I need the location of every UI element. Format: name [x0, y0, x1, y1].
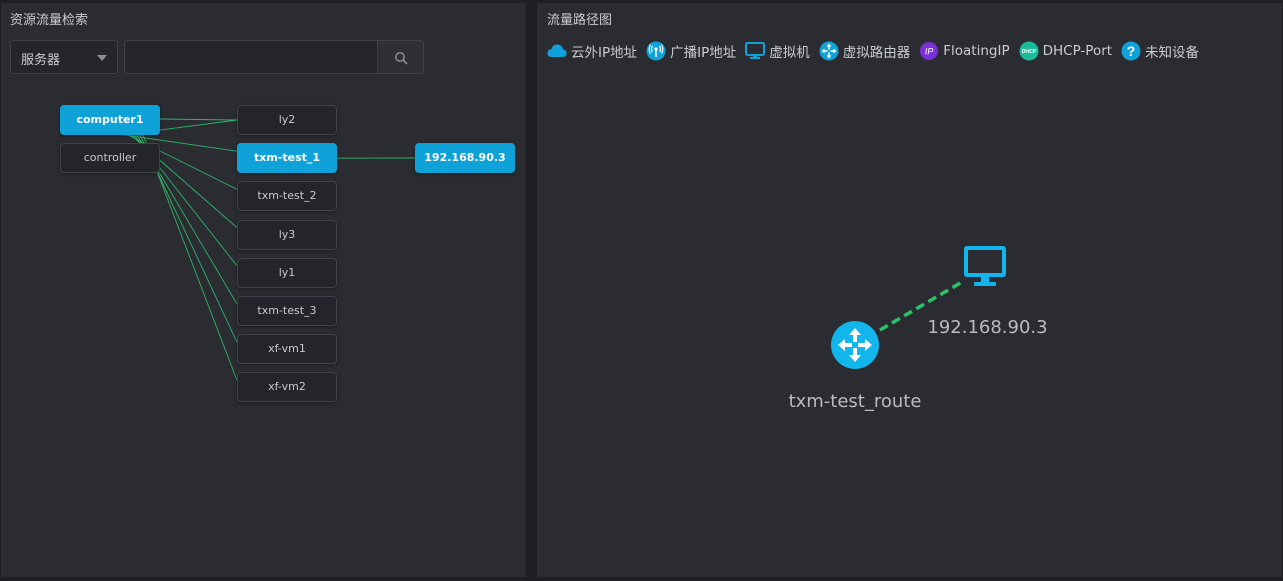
vm-node[interactable]: txm-test_3 — [237, 296, 337, 326]
vm-node[interactable]: ly3 — [237, 220, 337, 250]
vm-node[interactable]: xf-vm2 — [237, 372, 337, 402]
vm-node[interactable]: ly1 — [237, 258, 337, 288]
traffic-path-panel: 流量路径图 云外IP地址 广播IP地址 虚拟机 虚拟路由器 IP FloatingIP DH… — [537, 3, 1282, 577]
monitor-icon — [964, 246, 1006, 286]
router-node[interactable] — [830, 320, 880, 374]
router-icon — [831, 321, 879, 369]
resource-traffic-search-panel: 资源流量检索 服务器 computer1 controller ly2 txm-tes… — [1, 3, 526, 577]
vm-node[interactable]: ly2 — [237, 105, 337, 135]
host-node[interactable]: computer1 — [60, 105, 160, 135]
vm-node[interactable]: xf-vm1 — [237, 334, 337, 364]
vm-node[interactable] — [962, 243, 1008, 293]
vm-node[interactable]: txm-test_1 — [237, 143, 337, 173]
ip-node[interactable]: 192.168.90.3 — [415, 143, 515, 173]
topology-links — [879, 280, 963, 332]
host-node[interactable]: controller — [60, 143, 160, 173]
vm-node[interactable]: txm-test_2 — [237, 181, 337, 211]
vm-node-label: 192.168.90.3 — [927, 317, 1048, 338]
host-vm-link — [159, 118, 238, 121]
router-node-label: txm-test_route — [788, 391, 922, 412]
